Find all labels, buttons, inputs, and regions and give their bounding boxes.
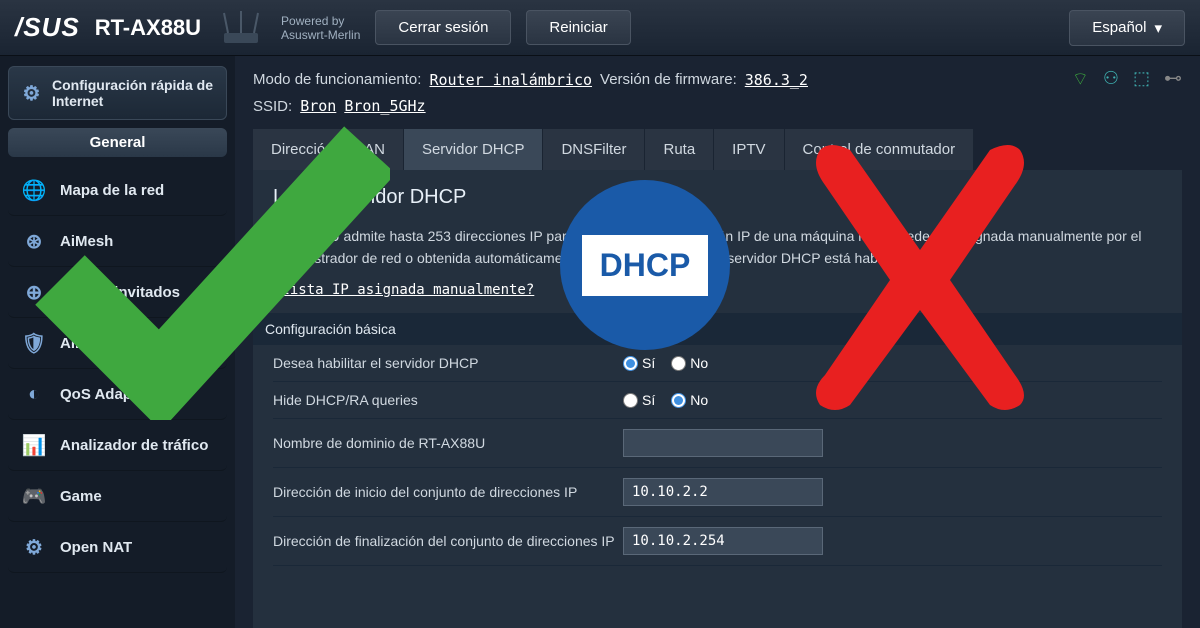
row-ip-start: Dirección de inicio del conjunto de dire… (273, 468, 1162, 517)
hide-yes[interactable]: Sí (623, 392, 655, 408)
language-label: Español (1092, 19, 1146, 36)
tab-dhcp[interactable]: Servidor DHCP (404, 129, 544, 170)
dhcp-badge-icon: DHCP (560, 180, 730, 350)
chevron-down-icon: ▾ (1154, 19, 1162, 37)
tab-dnsfilter[interactable]: DNSFilter (543, 129, 645, 170)
domain-input[interactable] (623, 429, 823, 457)
reboot-button[interactable]: Reiniciar (526, 10, 630, 45)
topbar: /SUS RT-AX88U Powered byAsuswrt-Merlin C… (0, 0, 1200, 56)
sidebar-item-traffic[interactable]: 📊Analizador de tráfico (8, 420, 227, 471)
row-ip-end: Dirección de finalización del conjunto d… (273, 517, 1162, 566)
label-domain: Nombre de dominio de RT-AX88U (273, 435, 623, 451)
label-ip-start: Dirección de inicio del conjunto de dire… (273, 484, 623, 500)
users-icon[interactable]: ⚇ (1103, 68, 1119, 91)
ssid-5[interactable]: Bron_5GHz (344, 97, 425, 115)
fw-label: Versión de firmware: (600, 71, 737, 88)
fw-value[interactable]: 386.3_2 (745, 71, 808, 89)
gear-icon: ⚙ (21, 79, 42, 107)
game-icon: 🎮 (20, 482, 48, 510)
tab-route[interactable]: Ruta (645, 129, 714, 170)
status-icons: ⌔ ⚇ ⬚ ⊷ (1072, 68, 1182, 91)
ssid-bar: SSID: Bron Bron_5GHz (253, 97, 1182, 115)
powered-by: Powered byAsuswrt-Merlin (281, 14, 360, 42)
chart-icon: 📊 (20, 431, 48, 459)
enable-yes[interactable]: Sí (623, 355, 655, 371)
lan-icon[interactable]: ⬚ (1133, 68, 1150, 91)
brand-logo: /SUS (15, 12, 80, 43)
info-bar: Modo de funcionamiento: Router inalámbri… (253, 68, 1182, 91)
logout-button[interactable]: Cerrar sesión (375, 10, 511, 45)
model-name: RT-AX88U (95, 15, 201, 41)
wifi-icon[interactable]: ⌔ (1072, 68, 1089, 91)
quick-setup-label: Configuración rápida de Internet (52, 77, 214, 109)
label-ip-end: Dirección de finalización del conjunto d… (273, 533, 623, 549)
row-domain: Nombre de dominio de RT-AX88U (273, 419, 1162, 468)
sidebar-item-game[interactable]: 🎮Game (8, 471, 227, 522)
router-icon (216, 8, 266, 48)
ssid-label: SSID: (253, 98, 292, 115)
enable-no[interactable]: No (671, 355, 708, 371)
mode-value[interactable]: Router inalámbrico (429, 71, 592, 89)
quick-setup-button[interactable]: ⚙ Configuración rápida de Internet (8, 66, 227, 120)
tab-iptv[interactable]: IPTV (714, 129, 784, 170)
mode-label: Modo de funcionamiento: (253, 71, 421, 88)
usb-icon[interactable]: ⊷ (1164, 68, 1182, 91)
ssid-24[interactable]: Bron (300, 97, 336, 115)
hide-no[interactable]: No (671, 392, 708, 408)
x-overlay-icon (790, 130, 1050, 415)
sidebar-item-opennat[interactable]: ⚙Open NAT (8, 522, 227, 573)
ip-start-input[interactable] (623, 478, 823, 506)
language-selector[interactable]: Español ▾ (1069, 10, 1185, 46)
ip-end-input[interactable] (623, 527, 823, 555)
nat-icon: ⚙ (20, 533, 48, 561)
checkmark-overlay-icon (30, 120, 390, 425)
